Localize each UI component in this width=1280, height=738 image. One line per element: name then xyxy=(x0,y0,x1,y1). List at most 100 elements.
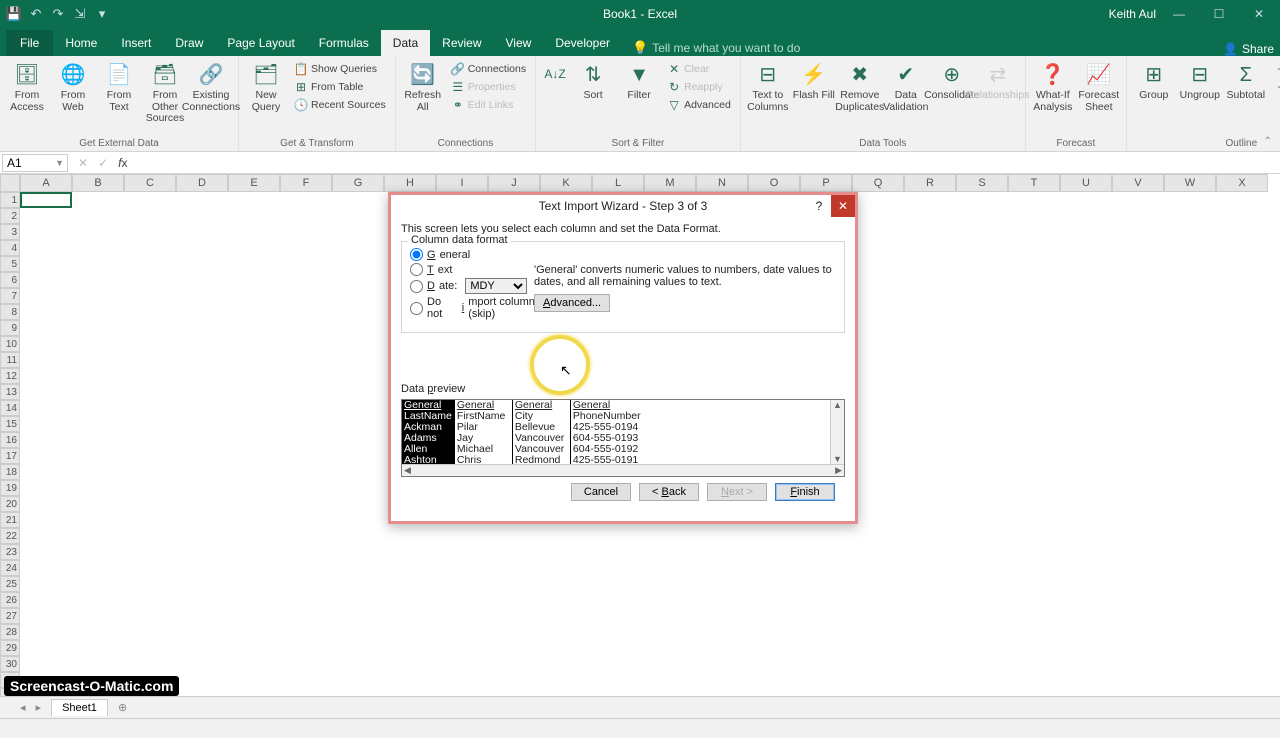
row-header[interactable]: 17 xyxy=(0,448,20,464)
col-header[interactable]: N xyxy=(696,174,748,192)
remove-dup-button[interactable]: ✖Remove Duplicates xyxy=(839,60,881,113)
namebox-dropdown-icon[interactable]: ▼ xyxy=(55,158,67,168)
forecast-button[interactable]: 📈Forecast Sheet xyxy=(1078,60,1120,113)
date-format-select[interactable]: MDY xyxy=(465,278,527,294)
row-header[interactable]: 12 xyxy=(0,368,20,384)
sheet-nav-next-icon[interactable]: ▸ xyxy=(36,701,42,714)
sheet-nav-prev-icon[interactable]: ◂ xyxy=(20,701,26,714)
whatif-button[interactable]: ❓What-If Analysis xyxy=(1032,60,1074,113)
col-header[interactable]: U xyxy=(1060,174,1112,192)
share-button[interactable]: Share xyxy=(1242,42,1274,56)
row-header[interactable]: 29 xyxy=(0,640,20,656)
from-access-button[interactable]: 🗄From Access xyxy=(6,60,48,113)
save-icon[interactable]: 💾 xyxy=(6,6,22,22)
filter-button[interactable]: ▼Filter xyxy=(618,60,660,102)
finish-button[interactable]: Finish xyxy=(775,483,835,501)
row-header[interactable]: 24 xyxy=(0,560,20,576)
col-header[interactable]: X xyxy=(1216,174,1268,192)
tab-page-layout[interactable]: Page Layout xyxy=(215,30,306,56)
subtotal-button[interactable]: ΣSubtotal xyxy=(1225,60,1267,102)
row-header[interactable]: 6 xyxy=(0,272,20,288)
col-header[interactable]: A xyxy=(20,174,72,192)
col-header[interactable]: B xyxy=(72,174,124,192)
col-header[interactable]: E xyxy=(228,174,280,192)
row-header[interactable]: 11 xyxy=(0,352,20,368)
row-header[interactable]: 5 xyxy=(0,256,20,272)
qat-dropdown-icon[interactable]: ▾ xyxy=(94,6,110,22)
new-query-button[interactable]: 🗂New Query xyxy=(245,60,287,113)
maximize-button[interactable]: ☐ xyxy=(1202,3,1236,25)
col-header[interactable]: P xyxy=(800,174,852,192)
tab-draw[interactable]: Draw xyxy=(163,30,215,56)
from-web-button[interactable]: 🌐From Web xyxy=(52,60,94,113)
col-header[interactable]: C xyxy=(124,174,176,192)
row-header[interactable]: 25 xyxy=(0,576,20,592)
new-sheet-icon[interactable]: ⊕ xyxy=(118,701,127,714)
existing-conn-button[interactable]: 🔗Existing Connections xyxy=(190,60,232,113)
col-header[interactable]: K xyxy=(540,174,592,192)
tab-developer[interactable]: Developer xyxy=(543,30,622,56)
col-header[interactable]: I xyxy=(436,174,488,192)
row-header[interactable]: 8 xyxy=(0,304,20,320)
from-table-button[interactable]: ⊞From Table xyxy=(291,78,389,96)
col-header[interactable]: J xyxy=(488,174,540,192)
redo-icon[interactable]: ↷ xyxy=(50,6,66,22)
row-header[interactable]: 27 xyxy=(0,608,20,624)
preview-hscroll[interactable]: ◀▶ xyxy=(402,464,844,476)
from-other-button[interactable]: 🗃From Other Sources xyxy=(144,60,186,125)
tab-file[interactable]: File xyxy=(6,30,53,56)
select-all-corner[interactable] xyxy=(0,174,20,192)
tell-me-box[interactable]: 💡Tell me what you want to do xyxy=(632,40,800,56)
col-header[interactable]: L xyxy=(592,174,644,192)
recent-sources-button[interactable]: 🕓Recent Sources xyxy=(291,96,389,114)
row-header[interactable]: 14 xyxy=(0,400,20,416)
minimize-button[interactable]: — xyxy=(1162,3,1196,25)
cancel-button[interactable]: Cancel xyxy=(571,483,631,501)
row-header[interactable]: 3 xyxy=(0,224,20,240)
col-header[interactable]: H xyxy=(384,174,436,192)
tab-data[interactable]: Data xyxy=(381,30,430,56)
dialog-help-button[interactable]: ? xyxy=(807,195,831,217)
data-preview[interactable]: GeneralGeneralGeneralGeneralLastNameFirs… xyxy=(401,399,845,477)
preview-vscroll[interactable]: ▲▼ xyxy=(830,400,844,464)
col-header[interactable]: D xyxy=(176,174,228,192)
connections-button[interactable]: 🔗Connections xyxy=(448,60,529,78)
row-header[interactable]: 10 xyxy=(0,336,20,352)
tab-insert[interactable]: Insert xyxy=(109,30,163,56)
flash-fill-button[interactable]: ⚡Flash Fill xyxy=(793,60,835,102)
scroll-right-icon[interactable]: ▶ xyxy=(835,465,842,476)
name-box[interactable]: A1▼ xyxy=(2,154,68,172)
advanced-filter-button[interactable]: ▽Advanced xyxy=(664,96,734,114)
text-to-columns-button[interactable]: ⊟Text to Columns xyxy=(747,60,789,113)
radio-general[interactable]: General xyxy=(410,248,560,261)
refresh-all-button[interactable]: 🔄Refresh All xyxy=(402,60,444,113)
tab-formulas[interactable]: Formulas xyxy=(307,30,381,56)
show-queries-button[interactable]: 📋Show Queries xyxy=(291,60,389,78)
row-header[interactable]: 18 xyxy=(0,464,20,480)
row-header[interactable]: 9 xyxy=(0,320,20,336)
ungroup-button[interactable]: ⊟Ungroup xyxy=(1179,60,1221,102)
col-header[interactable]: O xyxy=(748,174,800,192)
fx-icon[interactable]: fx xyxy=(118,156,127,170)
col-header[interactable]: M xyxy=(644,174,696,192)
row-header[interactable]: 30 xyxy=(0,656,20,672)
col-header[interactable]: S xyxy=(956,174,1008,192)
collapse-ribbon-icon[interactable]: ⌃ xyxy=(1264,136,1272,147)
row-header[interactable]: 22 xyxy=(0,528,20,544)
share-icon[interactable]: 👤 xyxy=(1223,42,1238,56)
col-header[interactable]: G xyxy=(332,174,384,192)
row-header[interactable]: 7 xyxy=(0,288,20,304)
row-header[interactable]: 1 xyxy=(0,192,20,208)
row-header[interactable]: 21 xyxy=(0,512,20,528)
col-header[interactable]: W xyxy=(1164,174,1216,192)
group-button[interactable]: ⊞Group xyxy=(1133,60,1175,102)
tab-home[interactable]: Home xyxy=(53,30,109,56)
advanced-button[interactable]: Advanced... xyxy=(534,294,610,312)
row-header[interactable]: 15 xyxy=(0,416,20,432)
validation-button[interactable]: ✔Data Validation xyxy=(885,60,927,113)
touch-mode-icon[interactable]: ⇲ xyxy=(72,6,88,22)
row-header[interactable]: 2 xyxy=(0,208,20,224)
row-header[interactable]: 26 xyxy=(0,592,20,608)
col-header[interactable]: T xyxy=(1008,174,1060,192)
col-header[interactable]: V xyxy=(1112,174,1164,192)
